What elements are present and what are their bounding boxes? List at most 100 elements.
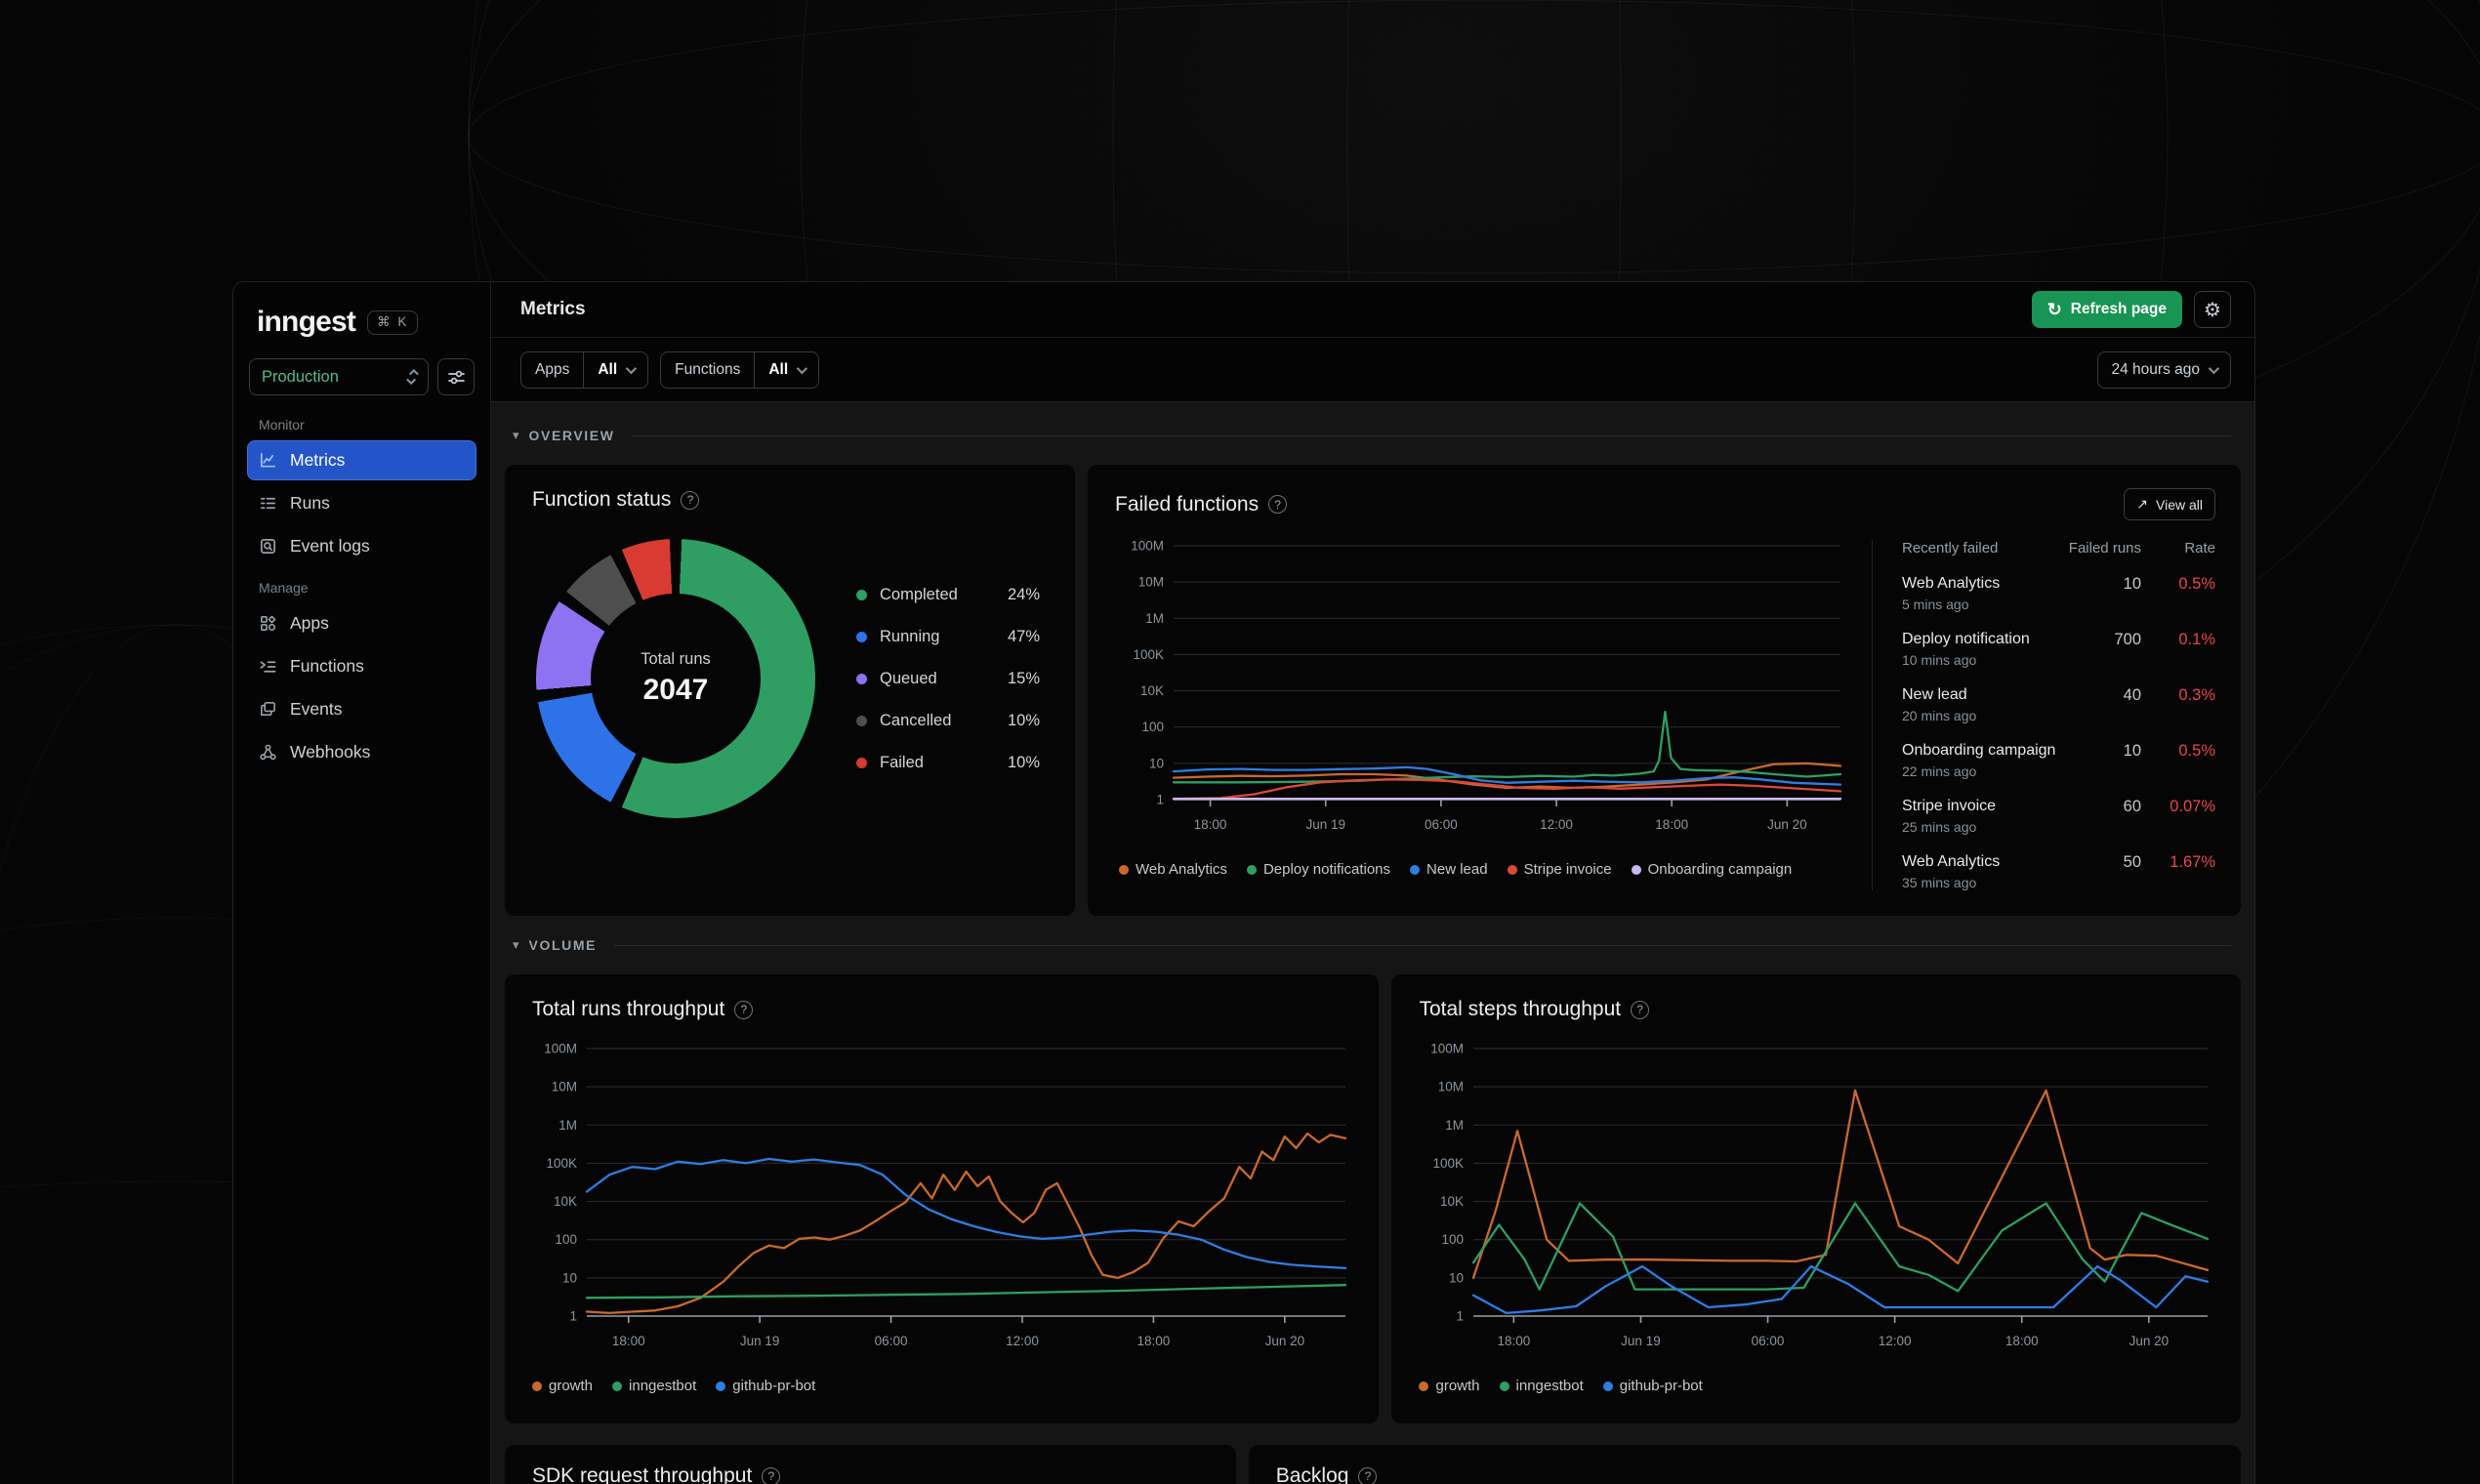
section-divider — [632, 434, 2231, 436]
svg-text:10: 10 — [1149, 756, 1164, 770]
sdk-request-throughput-card: SDK request throughput ? — [505, 1445, 1236, 1484]
updown-chevron-icon — [406, 368, 419, 386]
nav-section-monitor: Monitor — [259, 417, 305, 433]
help-icon[interactable]: ? — [1358, 1466, 1378, 1484]
function-status-donut-chart: Total runs 2047 — [536, 539, 815, 818]
volume-section-header[interactable]: ▾ VOLUME — [513, 937, 2231, 953]
table-row[interactable]: Stripe invoice 25 mins ago 60 0.07% — [1902, 798, 2215, 835]
overview-section-header[interactable]: ▾ OVERVIEW — [513, 428, 2231, 443]
svg-text:1: 1 — [1457, 1309, 1465, 1324]
apps-filter-value[interactable]: All — [583, 351, 647, 388]
sidebar-item-webhooks[interactable]: Webhooks — [247, 732, 476, 772]
failed-time: 35 mins ago — [1902, 875, 1977, 890]
functions-filter[interactable]: Functions All — [660, 350, 820, 389]
sidebar-item-runs[interactable]: Runs — [247, 483, 476, 523]
table-row[interactable]: New lead 20 mins ago 40 0.3% — [1902, 686, 2215, 723]
refresh-page-label: Refresh page — [2070, 301, 2167, 317]
sidebar-item-label: Runs — [290, 493, 330, 513]
legend-item: growth — [532, 1378, 593, 1394]
total-runs-chart-legend: growth inngestbot github-pr-bot — [528, 1378, 1355, 1394]
help-icon[interactable]: ? — [734, 1000, 754, 1019]
apps-grid-icon — [261, 615, 276, 632]
sidebar: inngest ⌘ K Production Monitor Metrics R… — [233, 282, 491, 1484]
total-steps-chart-legend: growth inngestbot github-pr-bot — [1415, 1378, 2217, 1394]
webhook-icon — [260, 744, 276, 761]
search-document-icon — [260, 538, 276, 555]
table-row[interactable]: Web Analytics 35 mins ago 50 1.67% — [1902, 853, 2215, 890]
page-title: Metrics — [520, 299, 586, 319]
chevron-down-icon — [625, 362, 638, 374]
environment-selector[interactable]: Production — [249, 358, 429, 395]
legend-dot — [1419, 1381, 1429, 1391]
legend-label: New lead — [1426, 861, 1488, 878]
legend-item: Onboarding campaign — [1631, 861, 1792, 878]
sidebar-item-events[interactable]: Events — [247, 689, 476, 729]
gear-icon: ⚙ — [2204, 299, 2221, 321]
help-icon[interactable]: ? — [1268, 495, 1288, 514]
failed-time: 22 mins ago — [1902, 763, 1977, 779]
backlog-card: Backlog ? — [1248, 1445, 2241, 1484]
settings-button[interactable]: ⚙ — [2194, 291, 2231, 328]
help-icon[interactable]: ? — [1631, 1000, 1650, 1019]
legend-dot — [856, 715, 867, 726]
functions-filter-value[interactable]: All — [754, 351, 818, 388]
apps-filter-label: Apps — [535, 360, 570, 378]
time-range-filter[interactable]: 24 hours ago — [2096, 350, 2231, 389]
total-steps-throughput-card: Total steps throughput ? 100M 10M 1M 100K 10… — [1391, 974, 2241, 1423]
legend-item: inngestbot — [612, 1378, 696, 1394]
sidebar-item-label: Events — [290, 699, 343, 719]
svg-text:Jun 19: Jun 19 — [740, 1334, 780, 1348]
view-all-button[interactable]: ↗ View all — [2124, 488, 2215, 520]
sidebar-item-apps[interactable]: Apps — [247, 603, 476, 643]
svg-text:10M: 10M — [1438, 1080, 1464, 1094]
backlog-title: Backlog — [1275, 1464, 1349, 1484]
command-k-shortcut-badge[interactable]: ⌘ K — [367, 309, 419, 335]
table-row[interactable]: Deploy notification 10 mins ago 700 0.1% — [1902, 631, 2215, 668]
svg-text:12:00: 12:00 — [1879, 1334, 1912, 1348]
table-row[interactable]: Onboarding campaign 22 mins ago 10 0.5% — [1902, 742, 2215, 779]
failed-functions-card: Failed functions ? ↗ View all 100M 10M 1M 1… — [1088, 465, 2241, 916]
svg-text:100: 100 — [1141, 720, 1164, 734]
refresh-icon: ↻ — [2046, 300, 2062, 319]
filter-bar: Apps All Functions All 24 hours ago — [491, 338, 2254, 402]
failure-rate: 0.5% — [2178, 575, 2215, 593]
svg-text:12:00: 12:00 — [1006, 1334, 1039, 1348]
legend-dot — [1119, 864, 1129, 875]
function-name: New lead — [1902, 686, 1967, 703]
refresh-page-button[interactable]: ↻ Refresh page — [2031, 291, 2182, 328]
svg-text:100: 100 — [555, 1232, 577, 1247]
svg-text:10: 10 — [1449, 1270, 1464, 1285]
sidebar-item-metrics[interactable]: Metrics — [247, 440, 476, 480]
sdk-request-throughput-title: SDK request throughput — [532, 1464, 753, 1484]
svg-text:06:00: 06:00 — [875, 1334, 908, 1348]
sidebar-item-functions[interactable]: Functions — [247, 646, 476, 686]
help-icon[interactable]: ? — [681, 490, 700, 510]
svg-text:1: 1 — [1156, 793, 1164, 807]
failure-rate: 0.1% — [2178, 631, 2215, 648]
section-divider — [614, 944, 2231, 946]
table-row[interactable]: Web Analytics 5 mins ago 10 0.5% — [1902, 575, 2215, 612]
legend-label: growth — [1435, 1378, 1480, 1394]
help-icon[interactable]: ? — [762, 1466, 781, 1484]
failed-runs-count: 40 — [2123, 686, 2141, 704]
svg-text:18:00: 18:00 — [1655, 817, 1688, 832]
donut-center-value: 2047 — [642, 674, 709, 706]
legend-dot — [716, 1381, 726, 1391]
volume-section-label: VOLUME — [528, 937, 598, 953]
environment-filter-button[interactable] — [437, 358, 475, 395]
failed-runs-count: 10 — [2123, 575, 2141, 593]
total-runs-throughput-chart: 100M 10M 1M 100K 10K 100 10 1 18:00 Jun 19 06:00 12… — [528, 1037, 1355, 1366]
svg-text:1M: 1M — [1446, 1118, 1465, 1133]
sidebar-item-event-logs[interactable]: Event logs — [247, 526, 476, 566]
apps-filter[interactable]: Apps All — [520, 350, 649, 389]
legend-dot — [1507, 864, 1517, 875]
collapse-caret-icon: ▾ — [513, 937, 519, 952]
svg-text:10K: 10K — [1140, 683, 1164, 698]
legend-item-cancelled: Cancelled 10% — [856, 700, 1040, 742]
legend-label: inngestbot — [629, 1378, 697, 1394]
svg-text:18:00: 18:00 — [612, 1334, 645, 1348]
legend-label: github-pr-bot — [732, 1378, 816, 1394]
svg-text:Jun 20: Jun 20 — [1265, 1334, 1305, 1348]
svg-text:1M: 1M — [1145, 611, 1164, 626]
svg-text:10M: 10M — [552, 1080, 577, 1094]
